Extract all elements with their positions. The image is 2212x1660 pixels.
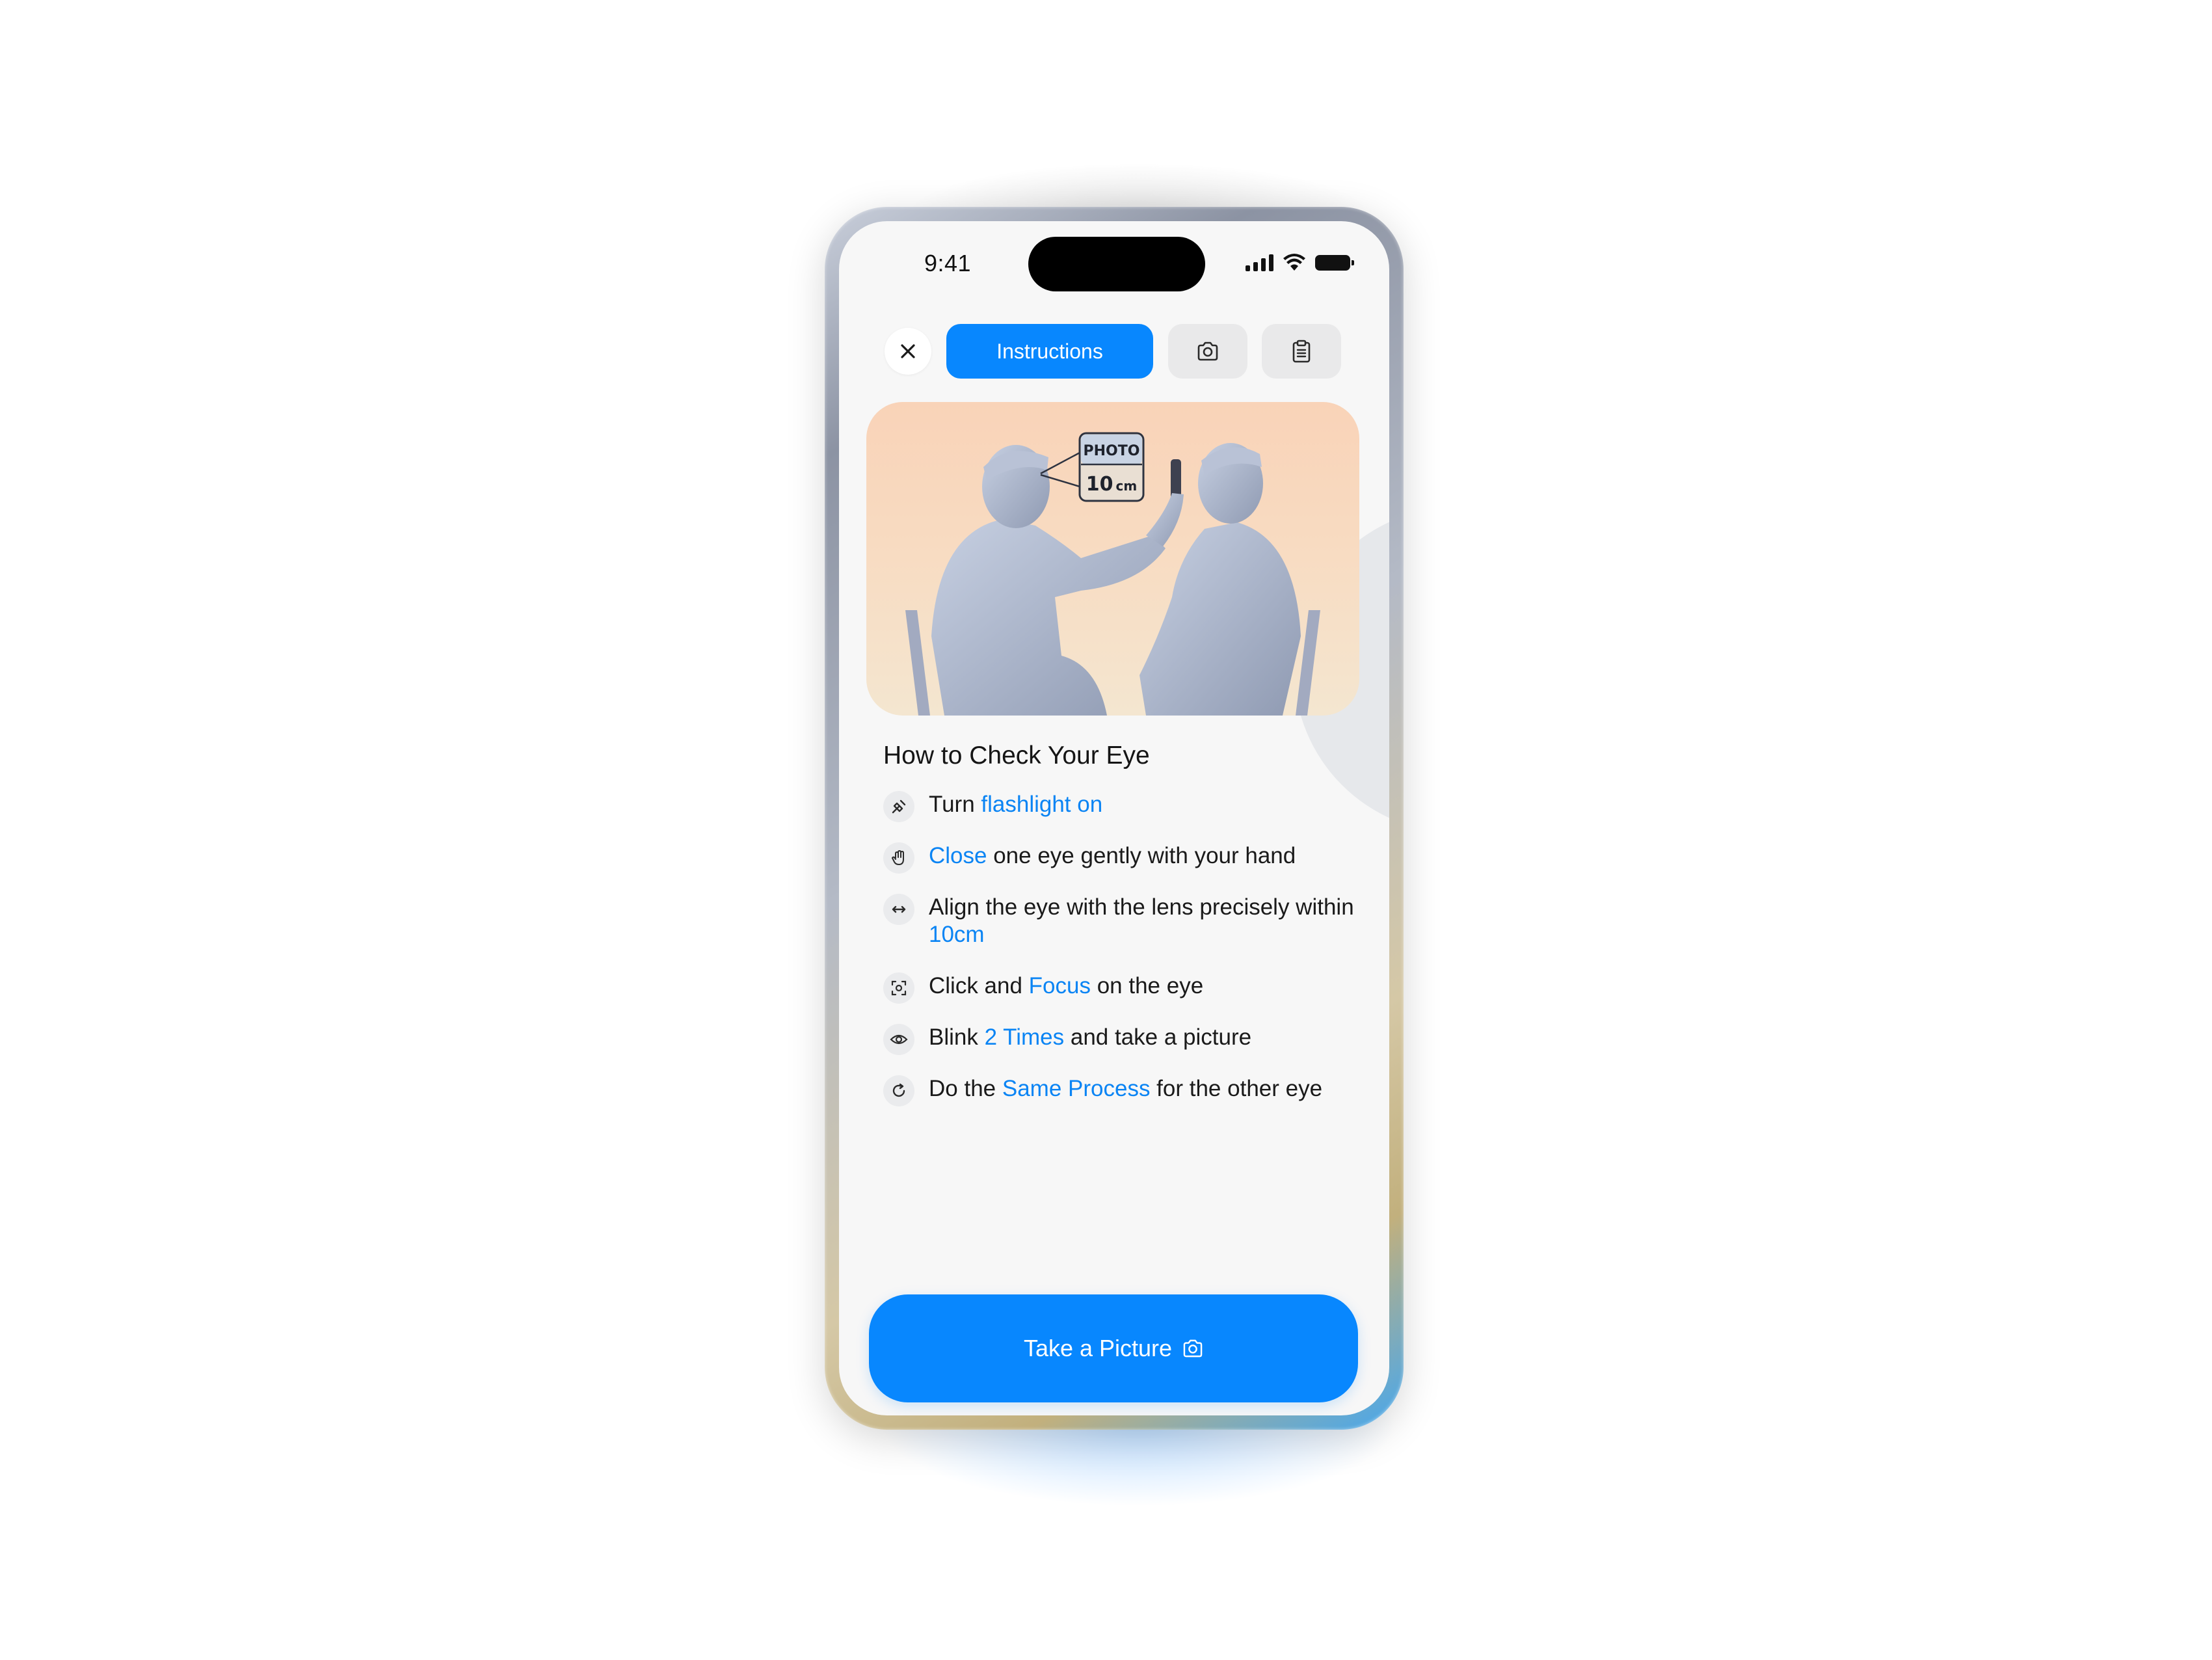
focus-icon (883, 972, 914, 1004)
callout-distance-value: 10 (1086, 473, 1113, 496)
dynamic-island (1028, 237, 1205, 291)
camera-icon (1197, 341, 1218, 361)
flashlight-icon (883, 791, 914, 822)
refresh-icon (883, 1075, 914, 1106)
section-title: How to Check Your Eye (883, 742, 1150, 770)
align-arrows-icon (883, 894, 914, 925)
top-toolbar: Instructions (885, 324, 1353, 379)
eye-check-illustration: PHOTO 10 cm (905, 432, 1320, 716)
status-time: 9:41 (924, 250, 972, 276)
close-icon (901, 344, 915, 358)
cellular-signal-icon (1246, 254, 1273, 271)
step-highlight: Close (929, 843, 987, 868)
step-highlight: Same Process (1002, 1076, 1151, 1101)
step-highlight: 2 Times (984, 1024, 1065, 1050)
callout-photo-label: PHOTO (1084, 443, 1140, 459)
step-highlight: Focus (1028, 973, 1091, 998)
callout-distance-unit: cm (1116, 478, 1138, 494)
tab-instructions-label: Instructions (996, 339, 1103, 363)
tab-camera[interactable] (1168, 324, 1247, 379)
step-item: Blink 2 Times and take a picture (883, 1024, 1378, 1055)
camera-icon (1183, 1339, 1203, 1358)
step-item: Click and Focus on the eye (883, 972, 1378, 1004)
tab-instructions[interactable]: Instructions (946, 324, 1153, 379)
take-picture-label: Take a Picture (1023, 1335, 1173, 1361)
steps-list: Turn flashlight on Close one eye gently … (883, 791, 1378, 1127)
step-item: Align the eye with the lens precisely wi… (883, 894, 1378, 948)
step-highlight: 10cm (929, 922, 985, 947)
clipboard-icon (1292, 340, 1311, 363)
step-item: Close one eye gently with your hand (883, 842, 1378, 874)
take-picture-button[interactable]: Take a Picture (869, 1294, 1358, 1402)
phone-frame: 9:41 Instructions PHOTO 10 cm How to Che… (825, 207, 1404, 1430)
phone-screen: 9:41 Instructions PHOTO 10 cm How to Che… (839, 221, 1389, 1415)
eye-icon (883, 1024, 914, 1055)
battery-icon (1315, 255, 1354, 271)
canvas: 9:41 Instructions PHOTO 10 cm How to Che… (0, 0, 2212, 1660)
close-button[interactable] (885, 328, 931, 375)
step-highlight: flashlight on (981, 792, 1103, 817)
step-item: Do the Same Process for the other eye (883, 1075, 1378, 1106)
wifi-icon (1283, 254, 1305, 271)
step-item: Turn flashlight on (883, 791, 1378, 822)
instruction-illustration: PHOTO 10 cm (866, 402, 1359, 716)
tab-clipboard[interactable] (1262, 324, 1341, 379)
hand-icon (883, 842, 914, 874)
status-icons (1246, 254, 1354, 272)
